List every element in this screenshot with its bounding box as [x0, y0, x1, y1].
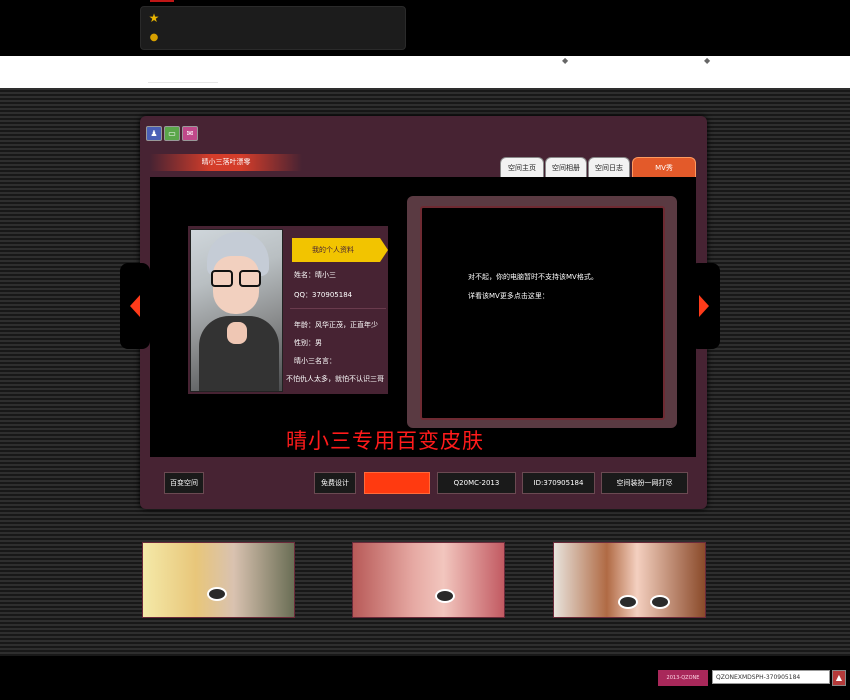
- tab-home[interactable]: 空间主页: [500, 157, 544, 177]
- tab-mv[interactable]: MV秀: [632, 157, 696, 177]
- white-strip: ◆ ◆: [0, 56, 850, 88]
- top-accent-line: [150, 0, 174, 2]
- profile-name: 姓名：晴小三: [294, 271, 336, 279]
- profile-age: 年龄：风华正茂，正直年少: [294, 321, 378, 329]
- person-icon[interactable]: ♟: [146, 126, 162, 141]
- window-icon[interactable]: ▭: [164, 126, 180, 141]
- profile-motto-title: 晴小三名言：: [294, 357, 336, 365]
- tab-album[interactable]: 空间相册: [545, 157, 587, 177]
- tab-blog[interactable]: 空间日志: [588, 157, 630, 177]
- profile-qq: QQ：370905184: [294, 291, 353, 299]
- up-arrow-icon[interactable]: ▲: [832, 670, 846, 686]
- free-design-button[interactable]: 免费设计: [314, 472, 356, 494]
- arrow-left-icon: [130, 295, 140, 317]
- arrow-right-icon: [699, 295, 709, 317]
- next-button[interactable]: [690, 263, 720, 349]
- skin-space-button[interactable]: 百变空间: [164, 472, 204, 494]
- highlight-button[interactable]: [364, 472, 430, 494]
- top-user-panel: ★ ●: [140, 6, 406, 50]
- profile-section-label[interactable]: 我的个人资料: [292, 238, 388, 262]
- star-icon[interactable]: ★: [147, 11, 161, 25]
- top-bar: [0, 0, 850, 56]
- thumbnail-2[interactable]: [352, 542, 505, 618]
- profile-motto: 不怕仇人太多，就怕不认识三哥: [286, 375, 384, 383]
- thumbnail-3[interactable]: [553, 542, 706, 618]
- window-controls: ♟ ▭ ✉: [146, 121, 200, 141]
- thumbnail-1[interactable]: [142, 542, 295, 618]
- player-message: 对不起，你的电脑暂时不支持该MV格式。: [468, 273, 598, 281]
- window-title: 晴小三落叶漂零: [201, 158, 251, 166]
- pin-icon: ◆: [704, 56, 711, 65]
- profile-gender: 性别：男: [294, 339, 322, 347]
- player-link[interactable]: 详看该MV更多点击这里：: [468, 291, 549, 301]
- pin-icon: ◆: [562, 56, 569, 65]
- footer-code-field[interactable]: QZONEXMDSPH-370905184: [712, 670, 830, 684]
- decorate-button[interactable]: 空间装扮一网打尽: [601, 472, 688, 494]
- prev-button[interactable]: [120, 263, 150, 349]
- mail-icon[interactable]: ✉: [182, 126, 198, 141]
- user-icon[interactable]: ●: [147, 31, 161, 45]
- qzone-version-button[interactable]: Q20MC-2013: [437, 472, 516, 494]
- id-button[interactable]: ID:370905184: [522, 472, 595, 494]
- profile-photo: [190, 229, 283, 392]
- mv-player[interactable]: [420, 206, 665, 420]
- footer-button[interactable]: 2013-QZONE: [658, 670, 708, 686]
- divider: [148, 82, 218, 83]
- divider: [290, 308, 386, 309]
- banner-title: 晴小三专用百变皮肤: [286, 429, 484, 453]
